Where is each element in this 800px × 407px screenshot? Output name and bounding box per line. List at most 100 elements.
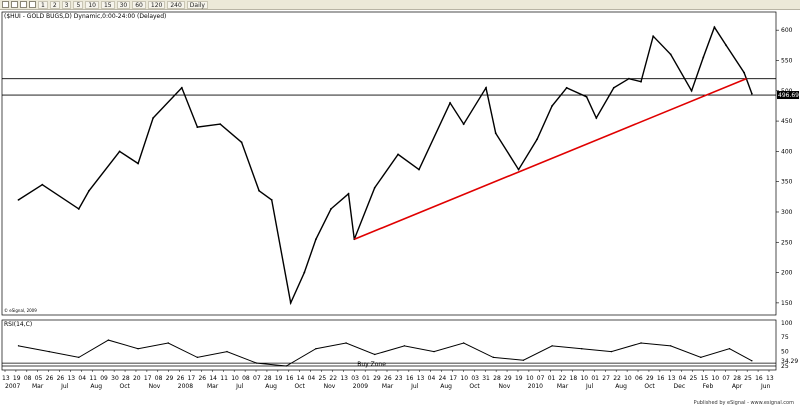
xtick-label: 01 — [591, 375, 599, 382]
month-label: Aug — [615, 383, 627, 390]
month-label: Dec — [674, 383, 686, 390]
rsi-point — [728, 348, 731, 350]
month-label: Nov — [324, 383, 336, 390]
xtick-label: 01 — [362, 375, 370, 382]
xtick-label: 01 — [548, 375, 556, 382]
xtick-label: 31 — [482, 375, 490, 382]
interval-button-15[interactable]: 15 — [100, 0, 115, 9]
interval-button-1[interactable]: 1 — [38, 0, 48, 9]
xtick-label: 03 — [351, 375, 359, 382]
xtick-label: 13 — [340, 375, 348, 382]
month-label: Oct — [294, 383, 305, 390]
interval-button-2[interactable]: 2 — [49, 0, 60, 9]
price-point — [88, 189, 90, 192]
xtick-label: 17 — [449, 375, 457, 382]
xtick-label: 26 — [46, 375, 54, 382]
month-label: Aug — [440, 383, 452, 390]
xtick-label: 17 — [144, 375, 152, 382]
interval-button-3[interactable]: 3 — [61, 0, 72, 9]
month-label: Feb — [703, 383, 714, 390]
price-point — [347, 192, 350, 195]
chart-title: ($HUI - GOLD BUGS,D) Dynamic,0:00-24:00 … — [4, 13, 166, 20]
xtick-label: 11 — [220, 375, 228, 382]
price-ytick-label: 600 — [781, 27, 793, 34]
xtick-label: 28 — [264, 375, 272, 382]
xtick-label: 10 — [460, 375, 468, 382]
rsi-ytick-label: 100 — [781, 320, 793, 327]
price-point — [595, 117, 598, 119]
price-point — [258, 189, 260, 192]
interval-button-daily[interactable]: Daily — [186, 0, 208, 9]
xtick-label: 13 — [668, 375, 676, 382]
xtick-label: 29 — [166, 375, 174, 382]
toolbar-icon[interactable] — [2, 1, 9, 8]
xtick-label: 30 — [111, 375, 119, 382]
interval-button-10[interactable]: 10 — [85, 0, 99, 9]
price-point — [373, 186, 376, 189]
month-label: Apr — [732, 383, 743, 390]
interval-button-5[interactable]: 5 — [73, 0, 84, 9]
xtick-label: 25 — [744, 375, 752, 382]
price-point — [612, 86, 615, 89]
xtick-label: 16 — [657, 375, 665, 382]
xtick-label: 07 — [722, 375, 730, 382]
price-point — [690, 89, 693, 92]
price-point — [750, 92, 753, 95]
xtick-label: 13 — [67, 375, 75, 382]
price-ytick-label: 250 — [781, 239, 793, 246]
rsi-point — [522, 359, 525, 361]
xtick-label: 14 — [209, 375, 217, 382]
interval-button-60[interactable]: 60 — [132, 0, 146, 9]
month-label: Mar — [207, 383, 219, 390]
price-panel-frame — [1, 11, 777, 316]
toolbar-icon[interactable] — [11, 1, 18, 8]
rsi-point — [315, 348, 317, 350]
rsi-title: RSI(14,C) — [4, 321, 32, 328]
toolbar-icon[interactable] — [29, 1, 36, 8]
interval-button-240[interactable]: 240 — [167, 0, 185, 9]
xtick-label: 26 — [384, 375, 392, 382]
rsi-point — [285, 365, 287, 367]
xtick-label: 22 — [329, 375, 337, 382]
xtick-label: 25 — [319, 375, 327, 382]
rsi-point — [374, 353, 376, 356]
xtick-label: 20 — [133, 375, 141, 382]
price-point — [640, 80, 642, 83]
month-label: Jun — [760, 383, 771, 390]
xtick-label: 10 — [526, 375, 534, 382]
xtick-label: 10 — [580, 375, 588, 382]
interval-button-120[interactable]: 120 — [147, 0, 166, 9]
xtick-label: 28 — [733, 375, 741, 382]
rsi-ytick-label: 50 — [781, 349, 789, 356]
xtick-label: 07 — [253, 375, 261, 382]
price-point — [485, 86, 487, 89]
price-point — [702, 56, 705, 59]
price-point — [713, 26, 716, 29]
xtick-label: 26 — [57, 375, 65, 382]
xtick-label: 18 — [570, 375, 578, 382]
xtick-label: 28 — [122, 375, 130, 382]
rsi-point — [462, 342, 465, 344]
price-point — [180, 86, 183, 89]
year-label: 2007 — [5, 383, 20, 390]
month-label: 2010 — [528, 383, 543, 390]
price-ytick-label: 450 — [781, 118, 793, 125]
interval-button-30[interactable]: 30 — [116, 0, 131, 9]
xtick-label: 08 — [24, 375, 32, 382]
xtick-label: 24 — [439, 375, 447, 382]
xtick-label: 04 — [78, 375, 86, 382]
xtick-label: 26 — [177, 375, 185, 382]
price-point — [743, 71, 745, 74]
xtick-label: 03 — [471, 375, 479, 382]
toolbar-icon[interactable] — [20, 1, 27, 8]
rsi-point — [669, 345, 672, 347]
price-point — [462, 123, 465, 126]
month-label: Aug — [90, 383, 102, 390]
xtick-label: 22 — [559, 375, 567, 382]
xtick-label: 29 — [373, 375, 381, 382]
price-point — [41, 183, 44, 186]
rsi-point — [700, 356, 702, 359]
month-label: Mar — [32, 383, 44, 390]
xtick-label: 28 — [493, 375, 501, 382]
price-point — [725, 44, 727, 47]
